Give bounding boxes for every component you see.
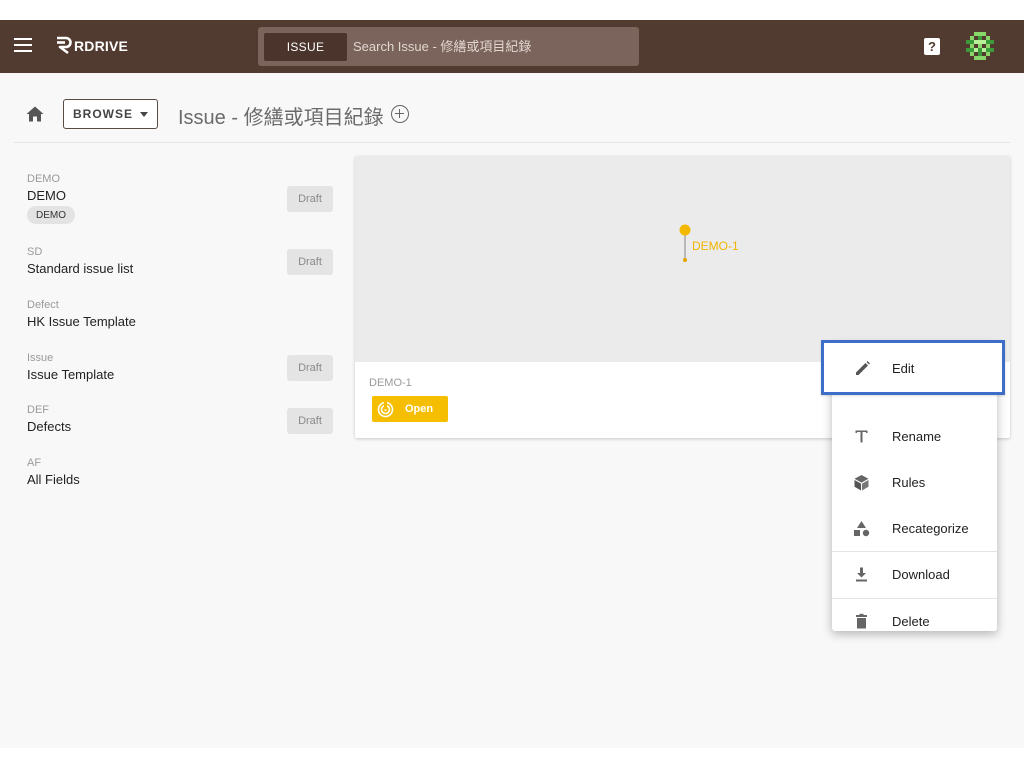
list-item-af[interactable]: AF All Fields	[14, 457, 344, 491]
rdrive-logo-icon	[57, 36, 72, 55]
browse-button[interactable]: BROWSE	[63, 99, 158, 129]
pencil-icon	[856, 361, 870, 375]
list-item-tag: DEMO	[27, 206, 75, 224]
list-item-defect[interactable]: Defect HK Issue Template	[14, 299, 344, 333]
draft-badge[interactable]: Draft	[287, 186, 333, 212]
shapes-icon	[854, 521, 870, 537]
search-input[interactable]	[353, 32, 639, 61]
logo-text: RDRIVE	[74, 37, 129, 54]
download-icon	[856, 567, 867, 582]
top-bar: RDRIVE ISSUE ?	[0, 20, 1024, 73]
draft-badge[interactable]: Draft	[287, 408, 333, 434]
menu-item-rules[interactable]: Rules	[832, 460, 997, 504]
menu-item-label: Rules	[892, 474, 926, 490]
text-icon	[855, 430, 868, 443]
header-divider	[14, 142, 1010, 143]
search-bar: ISSUE	[258, 27, 639, 66]
menu-item-label: Recategorize	[892, 520, 969, 536]
home-icon[interactable]	[26, 106, 44, 122]
list-item-sd[interactable]: SD Standard issue list Draft	[14, 246, 344, 280]
add-circle-icon[interactable]	[391, 105, 409, 123]
list-item-name: HK Issue Template	[27, 314, 136, 329]
menu-item-label: Delete	[892, 613, 930, 629]
list-item-code: Defect	[27, 299, 59, 311]
list-item-issue[interactable]: Issue Issue Template Draft	[14, 352, 344, 386]
cube-icon	[854, 475, 869, 491]
help-icon[interactable]: ?	[924, 38, 940, 55]
menu-item-rename[interactable]: Rename	[832, 414, 997, 458]
menu-item-label: Rename	[892, 428, 942, 444]
menu-item-recategorize[interactable]: Recategorize	[832, 506, 997, 550]
search-scope-chip[interactable]: ISSUE	[264, 32, 347, 61]
issue-code: DEMO-1	[369, 377, 412, 389]
list-item-name: All Fields	[27, 472, 80, 487]
map-pin-label: DEMO-1	[692, 239, 739, 253]
radar-status-icon	[377, 401, 394, 417]
page-title: Issue - 修繕或項目紀錄	[178, 107, 384, 129]
list-item-demo[interactable]: DEMO DEMO DEMO Draft	[14, 173, 344, 228]
hamburger-menu-icon[interactable]	[14, 38, 32, 52]
list-item-code: AF	[27, 457, 42, 469]
list-item-code: SD	[27, 246, 43, 258]
app-logo[interactable]: RDRIVE	[55, 36, 128, 55]
list-item-name: Standard issue list	[27, 261, 134, 276]
list-item-code: DEMO	[27, 173, 60, 185]
app-root: RDRIVE ISSUE ? BROWSE Issue - 修繕或項目紀錄 DE…	[0, 20, 1024, 748]
user-avatar[interactable]	[966, 32, 994, 60]
issue-map-area[interactable]: DEMO-1	[355, 156, 1010, 362]
menu-item-download[interactable]: Download	[832, 552, 997, 596]
menu-item-label: Download	[892, 566, 950, 582]
draft-badge[interactable]: Draft	[287, 355, 333, 381]
draft-badge[interactable]: Draft	[287, 249, 333, 275]
list-item-code: DEF	[27, 404, 49, 416]
browse-label: BROWSE	[73, 107, 133, 121]
menu-item-edit[interactable]: Edit	[821, 340, 1005, 395]
menu-item-label: Edit	[892, 361, 915, 376]
chevron-down-icon	[140, 111, 148, 117]
status-badge[interactable]: Open	[372, 396, 448, 422]
status-label: Open	[405, 403, 434, 415]
list-item-name: Issue Template	[27, 367, 115, 382]
trash-icon	[856, 613, 867, 629]
list-item-code: Issue	[27, 352, 54, 364]
list-item-name: DEMO	[27, 188, 66, 203]
list-item-def[interactable]: DEF Defects Draft	[14, 404, 344, 438]
menu-item-delete[interactable]: Delete	[832, 599, 997, 643]
map-pin-icon[interactable]	[679, 224, 693, 264]
list-item-name: Defects	[27, 419, 72, 434]
